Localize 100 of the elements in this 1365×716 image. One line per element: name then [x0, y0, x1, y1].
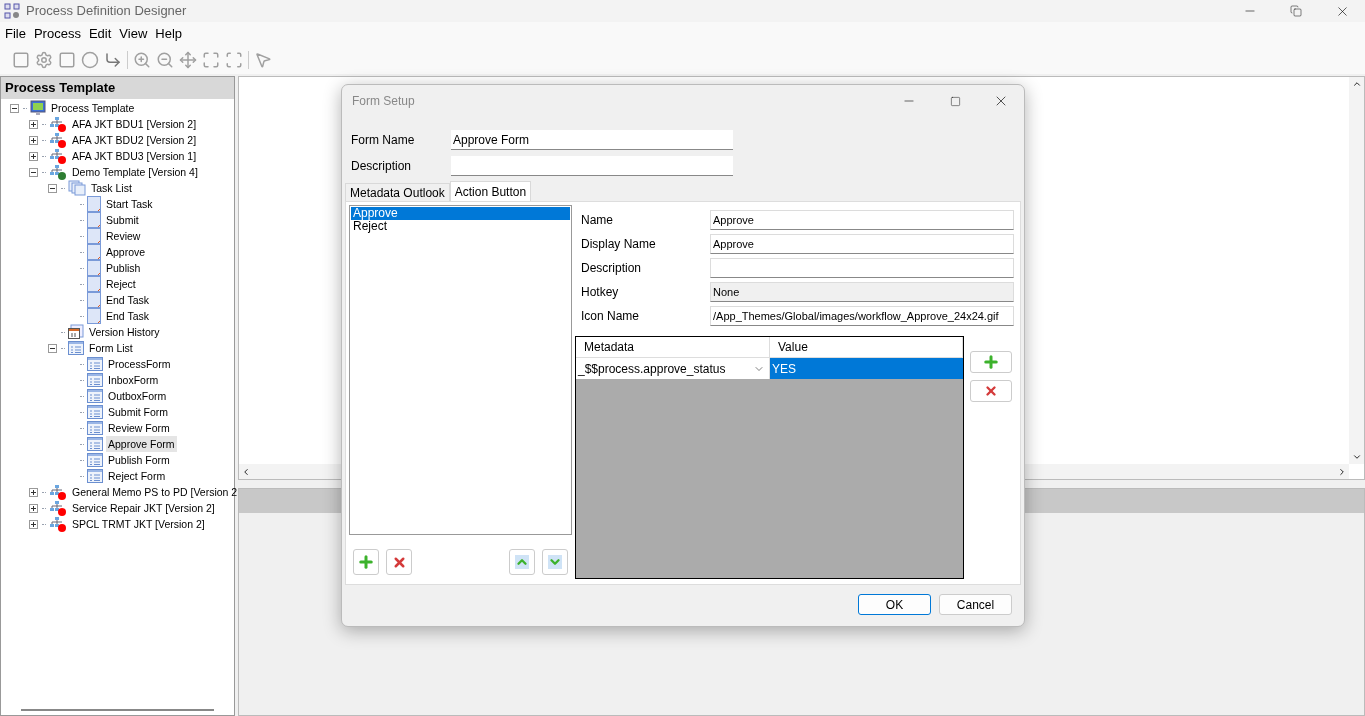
form-name-field[interactable]: Approve Form [451, 130, 733, 150]
tree-item[interactable]: Review Form [106, 420, 172, 436]
expander-icon[interactable] [28, 519, 38, 529]
tree-item[interactable]: Start Task [104, 196, 155, 212]
expander-icon[interactable] [28, 135, 38, 145]
page-icon [87, 212, 101, 228]
page-icon [87, 276, 101, 292]
tab[interactable]: Action Button [449, 181, 532, 201]
expander-icon[interactable] [28, 151, 38, 161]
tree-item[interactable]: End Task [104, 292, 151, 308]
delete-row-button[interactable] [970, 380, 1012, 402]
network-icon [49, 500, 67, 516]
expander-icon[interactable] [28, 487, 38, 497]
cancel-button[interactable]: Cancel [939, 594, 1012, 615]
frame-icon[interactable] [225, 51, 243, 69]
tree-item[interactable]: Task List [89, 180, 134, 196]
vertical-scrollbar[interactable] [1349, 77, 1364, 464]
add-button[interactable] [353, 549, 379, 575]
network-icon [49, 116, 67, 132]
expander-icon[interactable] [28, 167, 38, 177]
tree-item[interactable]: InboxForm [106, 372, 161, 388]
expander-icon[interactable] [28, 119, 38, 129]
menu-item[interactable]: File [1, 24, 30, 44]
field-label: Description [581, 260, 643, 277]
menu-item[interactable]: View [115, 24, 152, 44]
tree-item[interactable]: Publish [104, 260, 143, 276]
tree-item[interactable]: Review [104, 228, 143, 244]
expander-icon[interactable] [47, 343, 57, 353]
pointer-icon[interactable] [254, 51, 272, 69]
tree-item[interactable]: Publish Form [106, 452, 172, 468]
tree-item[interactable]: Submit Form [106, 404, 171, 420]
tree-item[interactable]: End Task [104, 308, 151, 324]
tree-item[interactable]: AFA JKT BDU1 [Version 2] [70, 116, 199, 132]
tree-item[interactable]: Submit [104, 212, 141, 228]
tree-item[interactable]: Reject [104, 276, 138, 292]
zoom-in-icon[interactable] [133, 51, 151, 69]
form-icon [87, 357, 103, 371]
tree-item[interactable]: AFA JKT BDU2 [Version 2] [70, 132, 199, 148]
scroll-up-icon[interactable] [1351, 79, 1362, 89]
expander-icon[interactable] [47, 183, 57, 193]
tree-item[interactable]: Demo Template [Version 4] [70, 164, 200, 180]
table-cell[interactable]: YES [770, 358, 963, 379]
network-icon [49, 164, 67, 180]
move-down-button[interactable] [542, 549, 568, 575]
description-field[interactable] [451, 156, 733, 176]
field-label: Form Name [351, 132, 416, 149]
tree-item[interactable]: Reject Form [106, 468, 168, 484]
circle-icon[interactable] [81, 51, 99, 69]
metadata-dropdown[interactable]: _$$process.approve_status [576, 358, 770, 379]
move-icon[interactable] [179, 51, 197, 69]
tree-item[interactable]: Version History [87, 324, 162, 340]
scroll-right-icon[interactable] [1337, 466, 1347, 477]
page-icon [87, 244, 101, 260]
dialog-title: Form Setup [352, 93, 415, 110]
network-icon [49, 484, 67, 500]
tree-item[interactable]: AFA JKT BDU3 [Version 1] [70, 148, 199, 164]
menu-item[interactable]: Edit [84, 24, 116, 44]
input-field[interactable]: Approve [710, 234, 1014, 254]
tree-item[interactable]: General Memo PS to PD [Version 2 [70, 484, 240, 500]
scroll-left-icon[interactable] [241, 466, 251, 477]
tree-item[interactable]: Approve [104, 244, 148, 260]
tree-item[interactable]: ProcessForm [106, 356, 173, 372]
input-field[interactable]: /App_Themes/Global/images/workflow_Approve_24x24.gif [710, 306, 1014, 326]
input-field[interactable]: Approve [710, 210, 1014, 230]
add-row-button[interactable] [970, 351, 1012, 373]
ok-button[interactable]: OK [858, 594, 931, 615]
field-label: Hotkey [581, 284, 620, 301]
monitor-icon [30, 100, 46, 116]
field-label: Description [351, 158, 413, 175]
tree-item[interactable]: Approve Form [106, 436, 177, 452]
move-up-button[interactable] [509, 549, 535, 575]
tree-item[interactable]: OutboxForm [106, 388, 169, 404]
field-label: Icon Name [581, 308, 641, 325]
calendar-icon [68, 324, 84, 340]
gear-icon[interactable] [35, 51, 53, 69]
menu-item[interactable]: Process [29, 24, 85, 44]
page-icon [87, 292, 101, 308]
square-icon[interactable] [12, 51, 30, 69]
list-item[interactable]: Approve [351, 207, 570, 220]
scroll-down-icon[interactable] [1351, 452, 1362, 462]
delete-button[interactable] [386, 549, 412, 575]
tree-item[interactable]: SPCL TRMT JKT [Version 2] [70, 516, 207, 532]
tree-item[interactable]: Service Repair JKT [Version 2] [70, 500, 217, 516]
rounded-square-icon[interactable] [58, 51, 76, 69]
menu-item[interactable]: Help [151, 24, 187, 44]
window-title: Process Definition Designer [26, 2, 187, 21]
cross-icon [984, 384, 998, 398]
fit-icon[interactable] [202, 51, 220, 69]
form-icon [87, 421, 103, 435]
connector-icon[interactable] [104, 51, 122, 69]
expander-icon[interactable] [9, 103, 19, 113]
tree-item[interactable]: Form List [87, 340, 135, 356]
zoom-out-icon[interactable] [156, 51, 174, 69]
input-field[interactable] [710, 258, 1014, 278]
expander-icon[interactable] [28, 503, 38, 513]
panel-title: Process Template [1, 77, 234, 99]
list-item[interactable]: Reject [351, 220, 570, 233]
tab[interactable]: Metadata Outlook [345, 183, 450, 201]
tree-item[interactable]: Process Template [49, 100, 137, 116]
form-icon [87, 373, 103, 387]
